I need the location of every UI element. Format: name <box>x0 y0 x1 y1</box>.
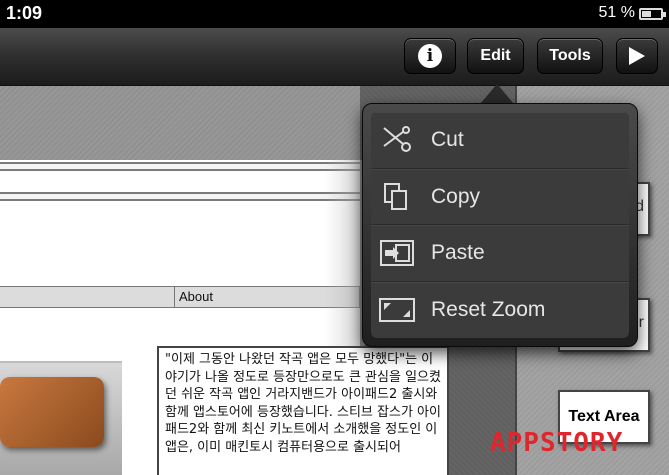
popover-arrow <box>480 84 514 104</box>
text-area-content: "이제 그동안 나왔던 작곡 앱은 모두 망했다"는 이야기가 나올 정도로 등… <box>165 352 441 455</box>
menu-item-label: Copy <box>431 184 481 208</box>
scissors-icon <box>371 124 423 156</box>
nav-item-about[interactable]: About <box>174 287 213 307</box>
play-icon <box>629 47 645 65</box>
copy-icon <box>371 182 423 212</box>
watermark-logo: APPSTORY <box>490 428 624 458</box>
toolbar: i Edit Tools <box>0 28 669 86</box>
photo-widget[interactable] <box>0 361 122 475</box>
menu-item-label: Paste <box>431 241 485 265</box>
status-bar: 1:09 51 % <box>0 0 669 28</box>
canvas-background <box>0 86 360 160</box>
info-icon: i <box>418 44 442 68</box>
tools-button[interactable]: Tools <box>537 38 603 74</box>
battery-percentage: 51 % <box>598 4 635 21</box>
menu-item-label: Reset Zoom <box>431 298 546 322</box>
menu-item-label: Cut <box>431 128 464 152</box>
info-button[interactable]: i <box>404 38 456 74</box>
nav-bar[interactable]: About <box>0 286 360 308</box>
edit-button[interactable]: Edit <box>467 38 524 74</box>
paste-icon <box>371 240 423 267</box>
menu-item-reset-zoom[interactable]: Reset Zoom <box>371 281 629 339</box>
play-button[interactable] <box>616 38 658 74</box>
menu-item-copy[interactable]: Copy <box>371 168 629 225</box>
battery-fill <box>642 11 651 17</box>
menu-item-cut[interactable]: Cut <box>371 112 629 169</box>
edit-menu: Cut Copy Paste Reset Zoom <box>371 112 629 338</box>
text-area-widget[interactable]: "이제 그동안 나왔던 작곡 앱은 모두 망했다"는 이야기가 나올 정도로 등… <box>157 346 449 475</box>
battery-icon <box>639 8 666 20</box>
wood-image <box>0 377 104 447</box>
header-rule <box>0 162 360 171</box>
menu-item-paste[interactable]: Paste <box>371 225 629 282</box>
clock: 1:09 <box>6 3 43 23</box>
reset-zoom-icon <box>371 298 423 323</box>
edit-popover: Cut Copy Paste Reset Zoom <box>362 103 638 347</box>
header-rule <box>0 192 360 201</box>
